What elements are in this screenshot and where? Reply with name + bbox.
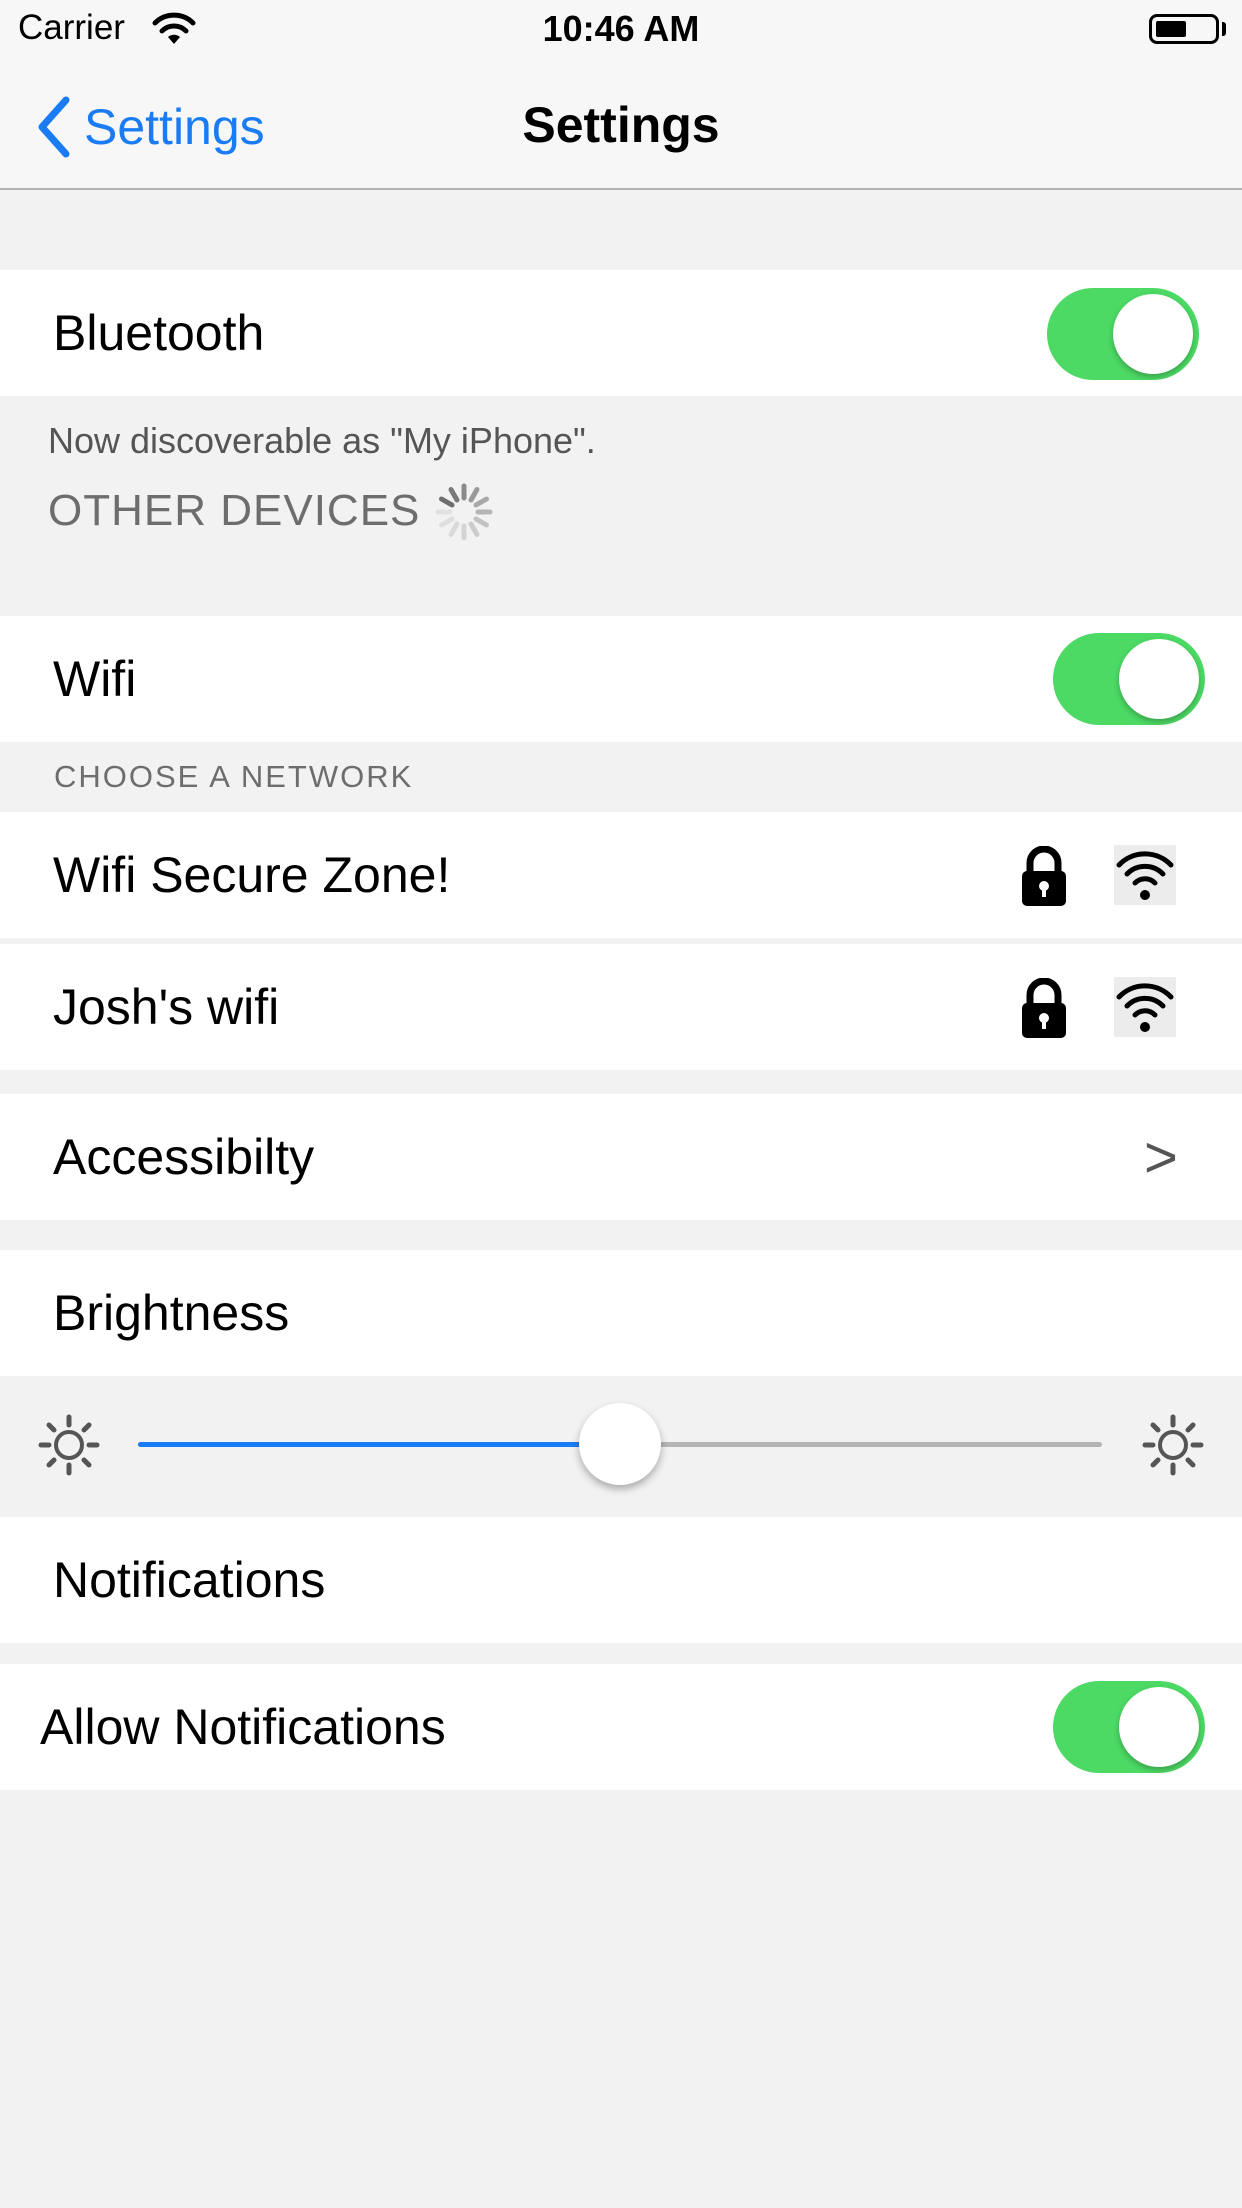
bluetooth-toggle[interactable]	[1047, 288, 1199, 380]
network-name: Wifi Secure Zone!	[53, 847, 451, 903]
choose-network-header: CHOOSE A NETWORK	[54, 759, 414, 794]
wifi-signal-icon	[1114, 845, 1176, 905]
discoverable-note: Now discoverable as "My iPhone".	[48, 420, 596, 461]
brightness-row: Brightness	[0, 1250, 1242, 1376]
sun-icon	[1142, 1414, 1204, 1481]
lock-icon	[1020, 977, 1068, 1045]
brightness-slider-thumb[interactable]	[579, 1403, 661, 1485]
network-name: Josh's wifi	[53, 979, 280, 1035]
bluetooth-label: Bluetooth	[53, 305, 265, 361]
other-devices-header: OTHER DEVICES	[48, 486, 421, 535]
allow-notifications-label: Allow Notifications	[40, 1699, 446, 1755]
chevron-right-icon: >	[1144, 1125, 1178, 1190]
brightness-slider-fill	[138, 1442, 620, 1447]
bluetooth-row: Bluetooth	[0, 270, 1242, 396]
wifi-label: Wifi	[53, 651, 137, 707]
accessibility-row[interactable]: Accessibilty >	[0, 1094, 1242, 1220]
battery-tip	[1222, 22, 1226, 36]
loading-spinner-icon	[434, 482, 494, 547]
accessibility-label: Accessibilty	[53, 1129, 315, 1185]
brightness-label: Brightness	[53, 1285, 290, 1341]
notifications-label: Notifications	[53, 1552, 326, 1608]
status-time: 10:46 AM	[542, 8, 700, 49]
allow-notifications-row: Allow Notifications	[0, 1664, 1242, 1790]
allow-notifications-toggle[interactable]	[1053, 1681, 1205, 1773]
network-row[interactable]: Josh's wifi	[0, 944, 1242, 1070]
lock-icon	[1020, 845, 1068, 913]
battery-icon	[1149, 14, 1219, 44]
notifications-row: Notifications	[0, 1517, 1242, 1643]
sun-icon	[38, 1414, 100, 1481]
wifi-signal-icon	[1114, 977, 1176, 1037]
network-row[interactable]: Wifi Secure Zone!	[0, 812, 1242, 938]
wifi-toggle[interactable]	[1053, 633, 1205, 725]
wifi-row: Wifi	[0, 616, 1242, 742]
page-title: Settings	[522, 97, 720, 153]
